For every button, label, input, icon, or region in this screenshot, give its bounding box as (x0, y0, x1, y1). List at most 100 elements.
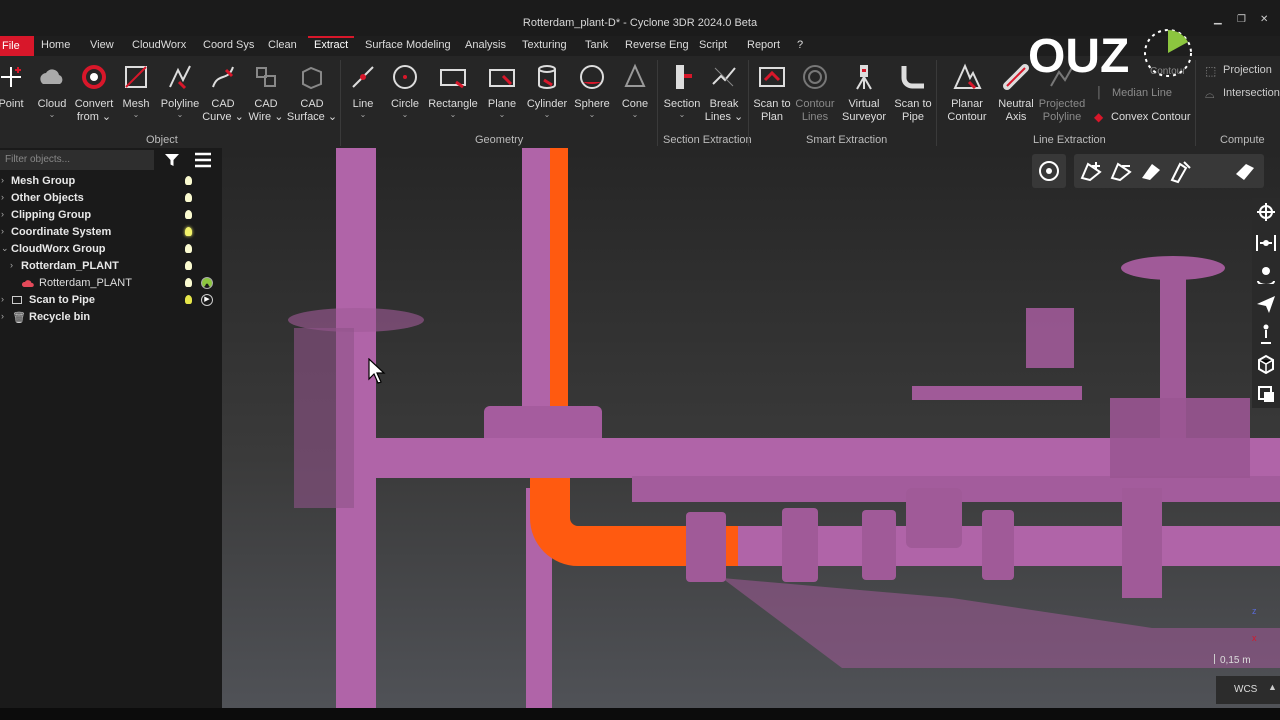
point-cloud-scene[interactable] (222, 148, 1280, 708)
close-button[interactable]: ✕ (1260, 14, 1268, 25)
tree-item-cloudworx-group[interactable]: ⌄ CloudWorx Group (0, 241, 222, 258)
break-lines-icon (712, 67, 736, 87)
play-icon[interactable]: ▶ (201, 294, 213, 306)
planar-contour-icon (953, 63, 982, 90)
coordinate-system-selector[interactable]: WCS ▲ (1216, 676, 1280, 704)
scale-label: 0,15 m (1220, 655, 1251, 666)
maximize-button[interactable]: ❐ (1237, 14, 1246, 25)
ribbon-separator (936, 60, 937, 146)
group-object-label: Object (146, 134, 178, 146)
valve-lever (912, 386, 1082, 400)
menu-home[interactable]: Home (41, 39, 70, 51)
contour-lines-button[interactable]: Contour Lines (787, 62, 843, 124)
flange (686, 512, 726, 582)
tree-item-rotterdam-plant-cloud[interactable]: Rotterdam_PLANT (0, 275, 222, 292)
convert-icon (82, 65, 106, 89)
add-selection-icon[interactable] (1078, 158, 1104, 184)
point-icon (1, 67, 21, 87)
tree-item-clipping-group[interactable]: › Clipping Group (0, 207, 222, 224)
visibility-bulb-icon[interactable] (185, 244, 192, 253)
tree-item-mesh-group[interactable]: › Mesh Group (0, 173, 222, 190)
tree-item-other-objects[interactable]: › Other Objects (0, 190, 222, 207)
convex-contour-button[interactable]: Convex Contour (1111, 111, 1191, 123)
expand-icon[interactable]: › (10, 260, 13, 270)
visibility-bulb-icon[interactable] (185, 176, 192, 185)
median-line-button[interactable]: Median Line (1112, 87, 1172, 99)
menu-view[interactable]: View (90, 39, 114, 51)
menu-texturing[interactable]: Texturing (522, 39, 567, 51)
eraser-icon[interactable] (1232, 158, 1258, 184)
expand-icon[interactable]: › (1, 175, 4, 185)
cone-icon (624, 63, 646, 87)
filter-icon[interactable] (164, 152, 180, 168)
minimize-button[interactable]: ▁ (1214, 14, 1222, 25)
brush-icon[interactable] (1168, 158, 1194, 184)
scan-to-pipe-button[interactable]: Scan to Pipe (885, 62, 941, 124)
virtual-surveyor-icon (856, 65, 872, 90)
menu-clean[interactable]: Clean (268, 39, 297, 51)
visibility-bulb-icon[interactable] (185, 210, 192, 219)
expand-icon[interactable]: › (1, 294, 4, 304)
expand-icon[interactable]: › (1, 311, 4, 321)
menu-surface-modeling[interactable]: Surface Modeling (365, 39, 451, 51)
visibility-bulb-icon[interactable] (185, 261, 192, 270)
cloudworx-status-icon (201, 277, 213, 289)
planar-contour-button[interactable]: Planar Contour (939, 62, 995, 124)
trash-icon: 🗑 (12, 312, 26, 324)
cloud-icon (40, 69, 63, 84)
menu-file[interactable]: File (0, 36, 34, 56)
tree-item-scan-to-pipe[interactable]: › Scan to Pipe ▶ (0, 292, 222, 309)
fly-icon[interactable] (1256, 294, 1276, 314)
pan-icon[interactable] (1256, 202, 1276, 222)
virtual-surveyor-button[interactable]: Virtual Surveyor (836, 62, 892, 124)
group-compute-label: Compute (1220, 134, 1265, 146)
clipping-box-icon[interactable] (1256, 384, 1276, 404)
tree-item-coordinate-system[interactable]: › Coordinate System (0, 224, 222, 241)
convex-contour-icon: ◆ (1094, 110, 1104, 124)
collapse-icon[interactable]: ⌄ (1, 243, 9, 254)
lasso-icon[interactable] (1138, 158, 1164, 184)
visibility-bulb-icon[interactable] (185, 278, 192, 287)
selection-toolbar (1074, 154, 1264, 188)
menu-script[interactable]: Script (699, 39, 727, 51)
ouz-logo: OUZ (1028, 29, 1192, 83)
menu-reverse-eng[interactable]: Reverse Eng (625, 39, 689, 51)
plane-icon (489, 69, 515, 87)
projection-icon: ⬚ (1205, 64, 1217, 78)
expand-icon[interactable]: › (1, 209, 4, 219)
menu-report[interactable]: Report (747, 39, 780, 51)
view-cube-icon[interactable] (1256, 354, 1276, 374)
3d-viewport[interactable]: z x 0,15 m WCS ▲ (222, 148, 1280, 708)
expand-icon[interactable]: › (1, 192, 4, 202)
ribbon-separator (1195, 60, 1196, 146)
tree-item-recycle-bin[interactable]: › 🗑 Recycle bin (0, 309, 222, 326)
menu-cloudworx[interactable]: CloudWorx (132, 39, 186, 51)
menu-icon[interactable] (194, 152, 212, 168)
menu-tank[interactable]: Tank (585, 39, 608, 51)
intersection-button[interactable]: Intersection (1223, 87, 1280, 99)
expand-icon[interactable]: › (1, 226, 4, 236)
visibility-bulb-icon[interactable] (185, 227, 192, 236)
projection-button[interactable]: Projection (1223, 64, 1272, 76)
menu-help[interactable]: ? (797, 39, 803, 51)
rectangle-icon (440, 69, 466, 89)
cad-surface-button[interactable]: CAD Surface ⌄ (284, 62, 340, 124)
menu-analysis[interactable]: Analysis (465, 39, 506, 51)
viewpoint-button[interactable] (1032, 154, 1066, 188)
tree-item-rotterdam-plant-folder[interactable]: › Rotterdam_PLANT (0, 258, 222, 275)
walk-icon[interactable] (1256, 324, 1276, 344)
object-tree-panel: Filter objects... › Mesh Group › Other O… (0, 148, 222, 708)
visibility-bulb-icon[interactable] (185, 295, 192, 304)
filter-objects-input[interactable]: Filter objects... (0, 150, 154, 170)
visibility-bulb-icon[interactable] (185, 193, 192, 202)
remove-selection-icon[interactable] (1108, 158, 1134, 184)
selected-pipe-segment (550, 148, 568, 428)
menu-extract[interactable]: Extract (307, 36, 355, 51)
rectangle-button[interactable]: Rectangle ⌄ (425, 62, 481, 119)
zoom-extents-icon[interactable] (1256, 233, 1276, 253)
menu-coord-sys[interactable]: Coord Sys (203, 39, 254, 51)
navigation-bar (1252, 198, 1280, 408)
group-section-label: Section Extraction (663, 134, 752, 146)
orbit-icon[interactable] (1256, 264, 1276, 284)
group-line-label: Line Extraction (1033, 134, 1106, 146)
